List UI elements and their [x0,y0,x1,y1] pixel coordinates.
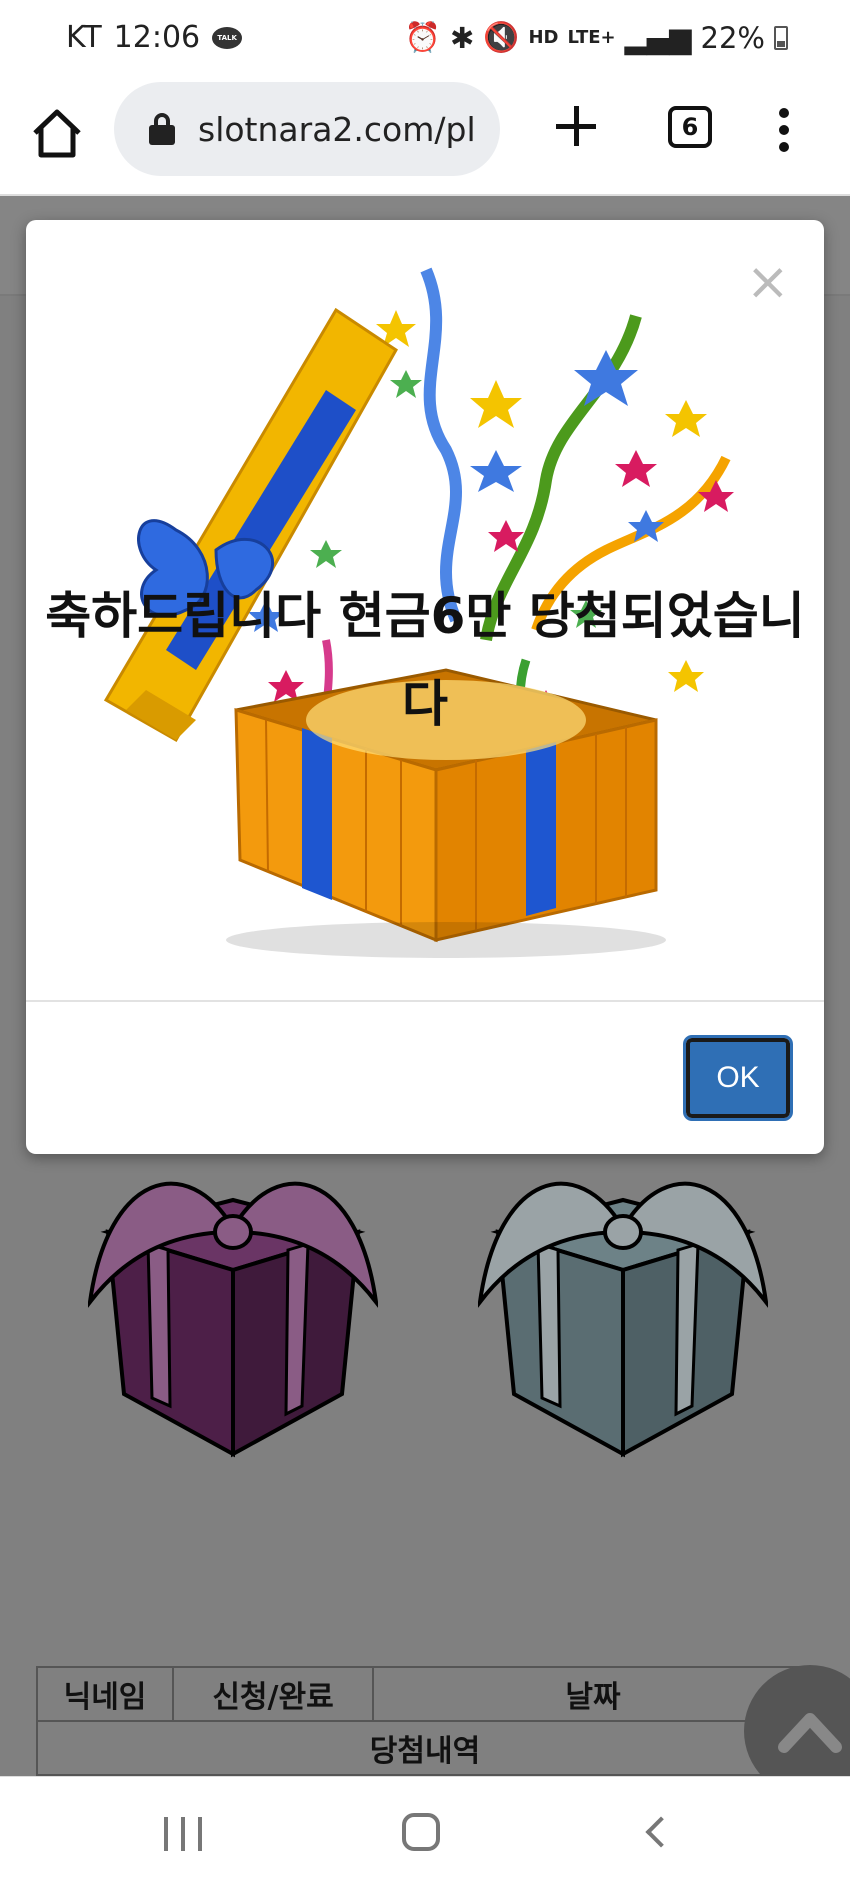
browser-toolbar: slotnara2.com/pl 6 [0,78,850,196]
alarm-icon: ⏰ [404,20,442,54]
more-menu-icon[interactable] [774,108,794,152]
status-left: KT 12:06 TALK [66,20,243,55]
chevron-up-icon [778,1713,842,1753]
signal-icon: ▂▄▆ [624,20,692,55]
hd-voice-badge: HD [528,27,559,48]
header-status: 신청/완료 [172,1666,374,1722]
close-icon[interactable]: × [746,256,790,308]
kakaotalk-icon: TALK [212,26,243,49]
home-icon[interactable] [30,106,84,160]
win-message: 축하드립니다 현금6만 당첨되었습니다 [45,587,805,733]
status-bar: KT 12:06 TALK ⏰ ✱ 🔇 HD LTE+ ▂▄▆ 22% [0,0,850,78]
section-title: 당첨내역 [36,1720,814,1776]
url-text: slotnara2.com/pl [198,109,476,149]
address-bar[interactable]: slotnara2.com/pl [114,82,500,176]
battery-icon [774,25,788,50]
battery-percent: 22% [700,20,765,55]
teal-gift-box[interactable] [478,1162,768,1462]
bluetooth-icon: ✱ [450,20,475,55]
winning-history-table: 닉네임 신청/완료 날짜 당첨내역 [36,1666,814,1776]
header-nickname: 닉네임 [36,1666,174,1722]
mute-icon: 🔇 [483,20,520,54]
ok-button[interactable]: OK [683,1035,793,1121]
lock-icon [148,113,176,145]
new-tab-button[interactable] [554,104,598,148]
congrats-modal: × 축하드립니다 현금6만 당첨되었습니다 OK [26,220,824,1154]
modal-divider [26,1000,824,1002]
status-right: ⏰ ✱ 🔇 HD LTE+ ▂▄▆ 22% [405,20,788,55]
tab-switcher-button[interactable]: 6 [668,106,712,148]
recent-apps-icon[interactable] [164,1817,202,1851]
system-nav-bar [0,1776,850,1889]
table-header-row: 닉네임 신청/완료 날짜 [36,1666,814,1722]
network-type: LTE+ [567,27,616,48]
back-icon[interactable] [645,1816,677,1848]
purple-gift-box[interactable] [88,1162,378,1462]
clock: 12:06 [113,20,201,55]
table-section-row: 당첨내역 [36,1720,814,1776]
carrier-label: KT [66,20,102,55]
home-nav-icon[interactable] [402,1813,440,1851]
